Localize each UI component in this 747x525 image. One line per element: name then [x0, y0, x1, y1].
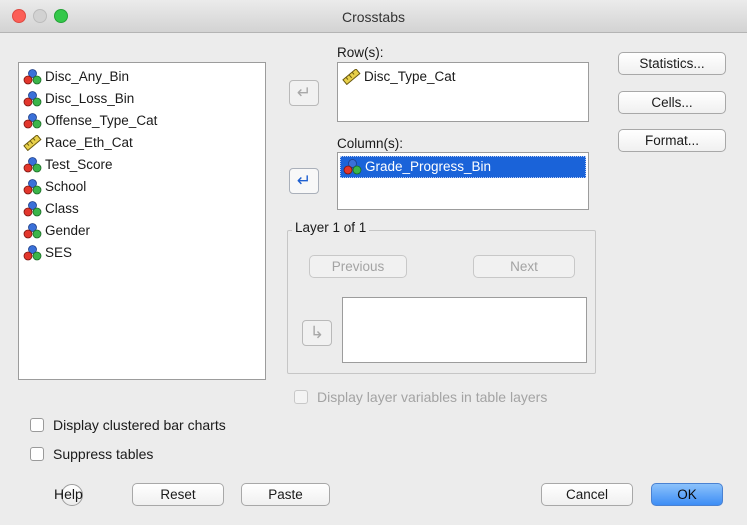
nominal-icon: [343, 159, 362, 175]
move-to-rows-button[interactable]: ↵: [289, 80, 319, 106]
rows-label: Row(s):: [337, 45, 384, 60]
clustered-bar-option[interactable]: Display clustered bar charts: [30, 417, 226, 433]
title-bar: Crosstabs: [0, 0, 747, 33]
nominal-icon: [23, 91, 42, 107]
columns-list[interactable]: Grade_Progress_Bin: [337, 152, 589, 210]
move-to-layer-button[interactable]: ↳: [302, 320, 332, 346]
previous-layer-button[interactable]: Previous: [309, 255, 407, 278]
variable-item[interactable]: Disc_Type_Cat: [338, 66, 588, 88]
reset-button[interactable]: Reset: [132, 483, 224, 506]
clustered-bar-checkbox[interactable]: [30, 418, 44, 432]
layer-list[interactable]: [342, 297, 587, 363]
variable-name: Gender: [45, 223, 91, 238]
variable-item[interactable]: Grade_Progress_Bin: [340, 156, 586, 178]
window-title: Crosstabs: [341, 9, 406, 25]
variable-name: Disc_Any_Bin: [45, 69, 130, 84]
variable-item[interactable]: Offense_Type_Cat: [19, 110, 265, 132]
next-layer-button[interactable]: Next: [473, 255, 575, 278]
variable-name: Disc_Type_Cat: [364, 69, 456, 84]
cancel-button[interactable]: Cancel: [541, 483, 633, 506]
display-layer-vars-label: Display layer variables in table layers: [317, 389, 548, 405]
clustered-bar-label: Display clustered bar charts: [53, 417, 226, 433]
nominal-icon: [23, 69, 42, 85]
rows-list[interactable]: Disc_Type_Cat: [337, 62, 589, 122]
variable-name: Race_Eth_Cat: [45, 135, 133, 150]
nominal-icon: [23, 179, 42, 195]
source-variable-list[interactable]: Disc_Any_Bin Disc_Loss_Bin Offense_Type_Ca…: [18, 62, 266, 380]
display-layer-vars-option[interactable]: Display layer variables in table layers: [294, 389, 547, 405]
variable-item[interactable]: Race_Eth_Cat: [19, 132, 265, 154]
scale-icon: [342, 69, 361, 85]
help-button[interactable]: Help: [50, 482, 90, 508]
scale-icon: [23, 135, 42, 151]
variable-item[interactable]: Test_Score: [19, 154, 265, 176]
variable-item[interactable]: Gender: [19, 220, 265, 242]
variable-name: Test_Score: [45, 157, 113, 172]
cells-button[interactable]: Cells...: [618, 91, 726, 114]
display-layer-vars-checkbox[interactable]: [294, 390, 308, 404]
arrow-left-icon: ↵: [296, 171, 312, 190]
format-button[interactable]: Format...: [618, 129, 726, 152]
suppress-tables-option[interactable]: Suppress tables: [30, 446, 153, 462]
variable-name: SES: [45, 245, 73, 260]
columns-label: Column(s):: [337, 136, 404, 151]
nominal-icon: [23, 223, 42, 239]
arrow-left-icon: ↵: [296, 83, 312, 102]
ok-button[interactable]: OK: [651, 483, 723, 506]
variable-item[interactable]: Disc_Any_Bin: [19, 66, 265, 88]
variable-name: Class: [45, 201, 79, 216]
move-to-columns-button[interactable]: ↵: [289, 168, 319, 194]
variable-name: Grade_Progress_Bin: [365, 159, 492, 174]
variable-item[interactable]: School: [19, 176, 265, 198]
statistics-button[interactable]: Statistics...: [618, 52, 726, 75]
nominal-icon: [23, 245, 42, 261]
variable-item[interactable]: Disc_Loss_Bin: [19, 88, 265, 110]
nominal-icon: [23, 157, 42, 173]
variable-item[interactable]: SES: [19, 242, 265, 264]
variable-name: School: [45, 179, 87, 194]
paste-button[interactable]: Paste: [241, 483, 330, 506]
variable-name: Offense_Type_Cat: [45, 113, 158, 128]
variable-item[interactable]: Class: [19, 198, 265, 220]
arrow-right-icon: ↳: [309, 323, 325, 342]
suppress-tables-checkbox[interactable]: [30, 447, 44, 461]
layer-title: Layer 1 of 1: [292, 220, 370, 235]
nominal-icon: [23, 113, 42, 129]
variable-name: Disc_Loss_Bin: [45, 91, 135, 106]
nominal-icon: [23, 201, 42, 217]
suppress-tables-label: Suppress tables: [53, 446, 154, 462]
